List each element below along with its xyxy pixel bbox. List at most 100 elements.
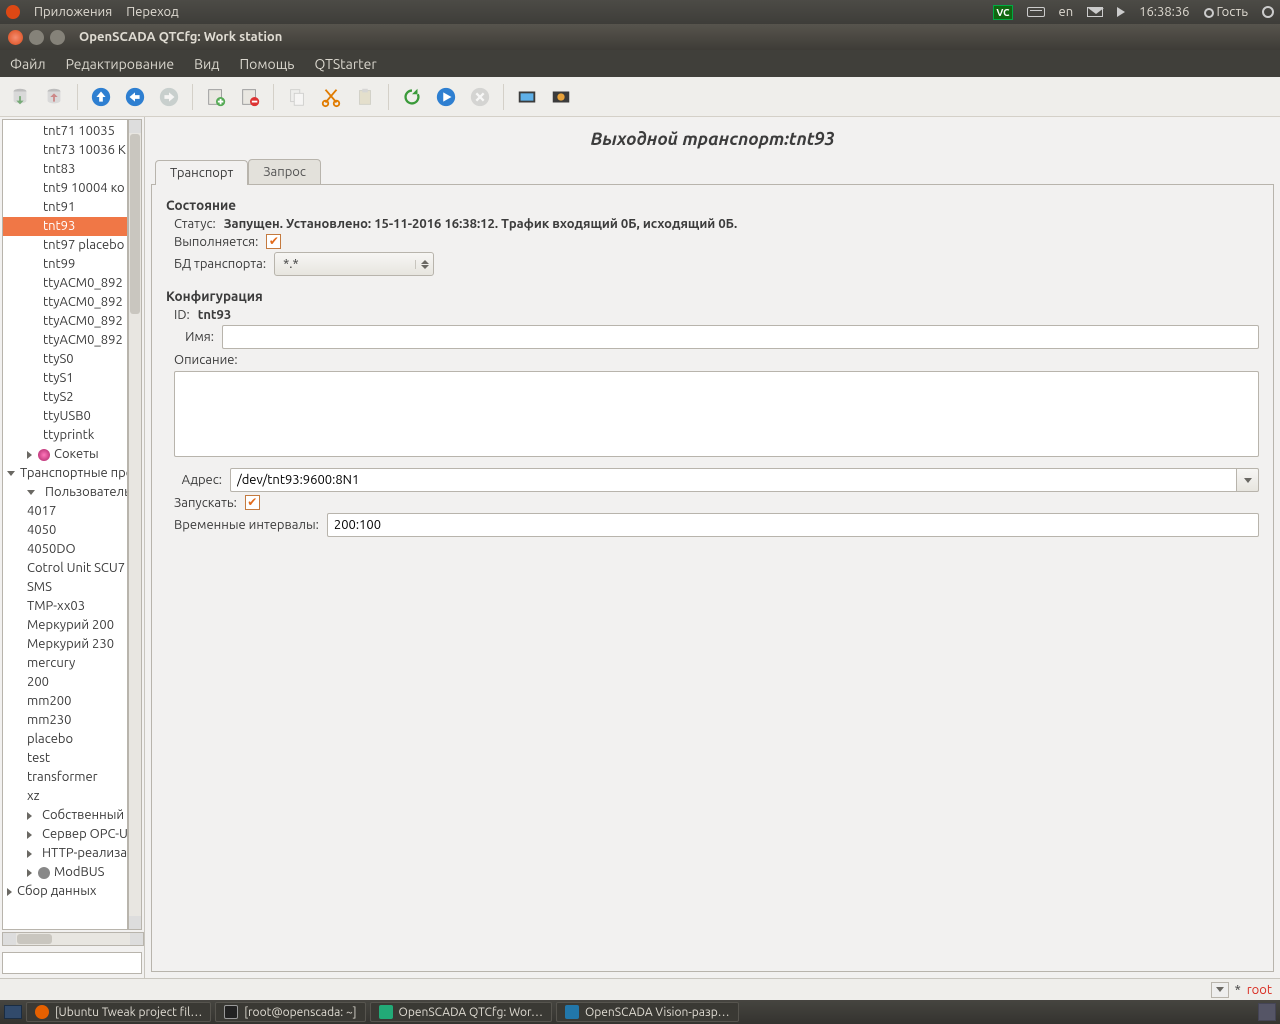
menu-goto[interactable]: Переход <box>126 5 179 19</box>
tree-item[interactable]: tnt71 10035 <box>3 122 127 141</box>
window-minimize-icon[interactable] <box>29 30 44 45</box>
menu-file[interactable]: Файл <box>10 56 46 72</box>
task-firefox[interactable]: [Ubuntu Tweak project fil… <box>26 1002 211 1022</box>
tree-item[interactable]: ModBUS <box>3 863 127 882</box>
vision-icon <box>565 1005 579 1019</box>
tab-request[interactable]: Запрос <box>248 159 321 184</box>
task-vision[interactable]: OpenSCADA Vision-разр… <box>556 1002 739 1022</box>
tree-item[interactable]: ttyS2 <box>3 388 127 407</box>
show-desktop-icon[interactable] <box>4 1005 22 1019</box>
timings-input[interactable] <box>327 513 1259 537</box>
tree-item[interactable]: tnt93 <box>3 217 127 236</box>
desc-textarea[interactable] <box>174 371 1259 457</box>
tree-item[interactable]: mercury <box>3 654 127 673</box>
tree-item[interactable]: mm230 <box>3 711 127 730</box>
menu-edit[interactable]: Редактирование <box>66 56 174 72</box>
window-maximize-icon[interactable] <box>50 30 65 45</box>
tree-item[interactable]: transformer <box>3 768 127 787</box>
menu-applications[interactable]: Приложения <box>34 5 112 19</box>
tree-search-input[interactable] <box>2 952 142 974</box>
nav-back-button[interactable] <box>121 83 149 111</box>
item-add-button[interactable] <box>202 83 230 111</box>
mail-icon[interactable] <box>1087 7 1103 17</box>
start-checkbox[interactable] <box>245 495 260 510</box>
tree-item[interactable]: 4050 <box>3 521 127 540</box>
tree-item[interactable]: tnt73 10036 K <box>3 141 127 160</box>
tree-item[interactable]: tnt91 <box>3 198 127 217</box>
paste-button[interactable] <box>351 83 379 111</box>
running-checkbox[interactable] <box>266 234 281 249</box>
tree-item[interactable]: ttyACM0_892 <box>3 331 127 350</box>
vnc-icon[interactable]: VC <box>993 5 1012 20</box>
db-select[interactable]: *.* <box>274 252 434 276</box>
tree-item[interactable]: Сбор данных <box>3 882 127 901</box>
refresh-button[interactable] <box>398 83 426 111</box>
volume-icon[interactable] <box>1117 7 1125 17</box>
tree-item[interactable]: tnt83 <box>3 160 127 179</box>
db-save-button[interactable] <box>40 83 68 111</box>
addr-input[interactable] <box>230 468 1237 492</box>
tree-item[interactable]: xz <box>3 787 127 806</box>
tree-item[interactable]: ttyprintk <box>3 426 127 445</box>
item-delete-button[interactable] <box>236 83 264 111</box>
tree-item[interactable]: ttyACM0_892 <box>3 312 127 331</box>
db-load-button[interactable] <box>6 83 34 111</box>
tree-item[interactable]: Транспортные прот <box>3 464 127 483</box>
tree-item[interactable]: tnt99 <box>3 255 127 274</box>
clock[interactable]: 16:38:36 <box>1139 5 1189 19</box>
tree-item[interactable]: tnt9 10004 ко <box>3 179 127 198</box>
copy-button[interactable] <box>283 83 311 111</box>
tree-item[interactable]: HTTP-реализаци <box>3 844 127 863</box>
titlebar[interactable]: OpenSCADA QTCfg: Work station <box>0 24 1280 50</box>
tree-item[interactable]: Сокеты <box>3 445 127 464</box>
module1-button[interactable] <box>513 83 541 111</box>
tree-hscrollbar[interactable] <box>2 932 144 946</box>
tree-item[interactable]: Меркурий 200 <box>3 616 127 635</box>
tray-icon[interactable] <box>1258 1003 1276 1021</box>
tree-item[interactable]: TMP-xx03 <box>3 597 127 616</box>
tree-item[interactable]: ttyS0 <box>3 350 127 369</box>
stop-button[interactable] <box>466 83 494 111</box>
timings-label: Временные интервалы: <box>174 518 319 532</box>
tree-item[interactable]: ttyACM0_892 <box>3 293 127 312</box>
tree-item[interactable]: 200 <box>3 673 127 692</box>
system-gear-icon[interactable] <box>1262 6 1274 18</box>
addr-dropdown-button[interactable] <box>1237 468 1259 492</box>
tree-item[interactable]: Сервер OPC-UA <box>3 825 127 844</box>
tree-item[interactable]: Cotrol Unit SCU7 <box>3 559 127 578</box>
window-close-icon[interactable] <box>8 30 23 45</box>
tree-vscrollbar[interactable] <box>128 119 142 930</box>
module2-button[interactable] <box>547 83 575 111</box>
tree-item[interactable]: tnt97 placebo <box>3 236 127 255</box>
ubuntu-logo-icon[interactable] <box>6 5 20 19</box>
tree-item[interactable]: ttyUSB0 <box>3 407 127 426</box>
nav-up-button[interactable] <box>87 83 115 111</box>
cut-button[interactable] <box>317 83 345 111</box>
unity-panel: Приложения Переход VC en 16:38:36 Гость <box>0 0 1280 24</box>
menu-help[interactable]: Помощь <box>240 56 295 72</box>
status-dropdown[interactable] <box>1211 982 1229 998</box>
keyboard-icon[interactable] <box>1027 7 1045 17</box>
user-menu[interactable]: Гость <box>1204 5 1248 19</box>
task-terminal[interactable]: [root@openscada: ~] <box>215 1002 365 1022</box>
tree-item[interactable]: ttyS1 <box>3 369 127 388</box>
tree-item[interactable]: test <box>3 749 127 768</box>
tree-item[interactable]: SMS <box>3 578 127 597</box>
tree-item[interactable]: 4017 <box>3 502 127 521</box>
tree-item[interactable]: ttyACM0_892 <box>3 274 127 293</box>
start-button[interactable] <box>432 83 460 111</box>
tree-item[interactable]: 4050DO <box>3 540 127 559</box>
tree-item[interactable]: Пользовательск <box>3 483 127 502</box>
tree-item[interactable]: mm200 <box>3 692 127 711</box>
menu-view[interactable]: Вид <box>194 56 219 72</box>
tree-item[interactable]: placebo <box>3 730 127 749</box>
tab-transport[interactable]: Транспорт <box>155 160 248 185</box>
tree-view[interactable]: tnt71 10035tnt73 10036 Ktnt83tnt9 10004 … <box>3 120 127 929</box>
nav-forward-button[interactable] <box>155 83 183 111</box>
tree-item[interactable]: Собственный пр <box>3 806 127 825</box>
lang-indicator[interactable]: en <box>1059 5 1074 19</box>
task-qtcfg[interactable]: OpenSCADA QTCfg: Wor… <box>370 1002 552 1022</box>
tree-item[interactable]: Меркурий 230 <box>3 635 127 654</box>
name-input[interactable] <box>222 325 1259 349</box>
menu-qtstarter[interactable]: QTStarter <box>314 56 376 72</box>
